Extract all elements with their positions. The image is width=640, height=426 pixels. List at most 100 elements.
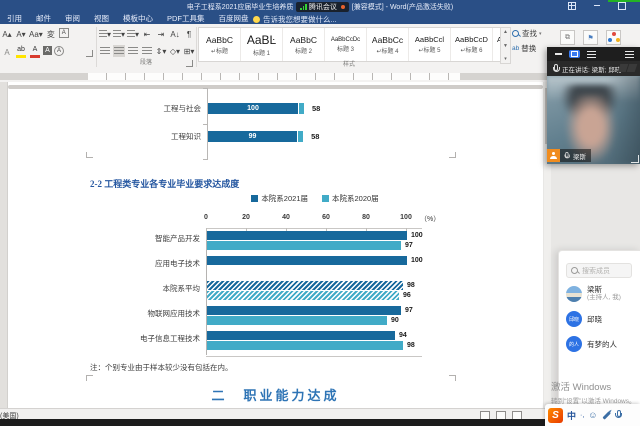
- voice-input-icon[interactable]: [615, 410, 622, 420]
- page[interactable]: 工程与社会10058工程知识9958 2-2 工程类专业各专业毕业要求达成度 本…: [8, 82, 543, 408]
- chart-bar: [207, 241, 401, 250]
- numbering-button[interactable]: ▾: [113, 28, 125, 40]
- style-chip[interactable]: AaBbC↵标题: [199, 28, 241, 61]
- document-sync-icon[interactable]: ⧉: [560, 30, 575, 45]
- meeting-overlay[interactable]: 正在讲话: 梁斯; 邱晓 梁斯: [547, 47, 640, 164]
- circle-char-button[interactable]: A: [54, 46, 64, 56]
- crop-mark: [86, 375, 93, 381]
- style-chip[interactable]: AaBbCcl↵标题 5: [409, 28, 451, 61]
- font-dialog-launcher[interactable]: [86, 50, 93, 57]
- host-icon: [547, 149, 560, 162]
- document-area: 工程与社会10058工程知识9958 2-2 工程类专业各专业毕业要求达成度 本…: [0, 82, 640, 408]
- text-effects-button[interactable]: A: [1, 46, 13, 58]
- chart-bar-line: 98: [207, 340, 525, 350]
- ribbon-tab[interactable]: 百度网盘: [212, 13, 256, 24]
- punctuation-toggle[interactable]: ·,: [580, 412, 584, 419]
- show-marks-button[interactable]: ¶: [183, 28, 195, 40]
- sort-button[interactable]: A↓: [169, 28, 181, 40]
- document-title: 电子工程系2021应届毕业生培养质: [187, 2, 294, 12]
- grow-font-button[interactable]: A▴: [1, 28, 13, 40]
- chart-category-row: 电子信息工程技术 9498: [130, 329, 525, 354]
- main-chart[interactable]: 本院系2021届本院系2020届 020406080100 智能产品开发1009…: [130, 190, 525, 360]
- member-search-box[interactable]: 搜索成员: [566, 263, 632, 278]
- bullets-button[interactable]: ▾: [99, 28, 111, 40]
- line-spacing-button[interactable]: ⇕▾: [155, 45, 167, 57]
- style-chip[interactable]: AaBĿ标题 1: [241, 28, 283, 61]
- meeting-minimize-icon[interactable]: [555, 53, 562, 55]
- shading-button[interactable]: ◇▾: [169, 45, 181, 57]
- ribbon-display-options-button[interactable]: [567, 1, 576, 10]
- restore-button[interactable]: [617, 1, 626, 10]
- title-bar: 电子工程系2021应届毕业生培养质 腾讯会议 [兼容模式] - Word(产品激…: [0, 0, 640, 13]
- style-chip[interactable]: AaBbCcDc标题 3: [325, 28, 367, 61]
- sogou-logo-icon[interactable]: S: [548, 408, 563, 423]
- phonetic-guide-button[interactable]: 変: [45, 28, 57, 40]
- main-chart-rows: 智能产品开发10097应用电子技术100本院系平均9896物联网应用技术9790…: [130, 229, 525, 354]
- ribbon-tab[interactable]: 引用: [0, 13, 29, 24]
- chart-bar: [207, 306, 401, 315]
- find-button[interactable]: 查找▾: [512, 28, 542, 39]
- chart-category-label: 电子信息工程技术: [130, 329, 200, 348]
- horizontal-ruler[interactable]: [0, 70, 640, 82]
- flag-document-icon[interactable]: ⚑: [583, 30, 598, 45]
- replace-button[interactable]: ab 替换: [512, 43, 542, 54]
- ribbon-tab[interactable]: 视图: [87, 13, 116, 24]
- chart-bar-value: 94: [399, 332, 407, 339]
- crop-mark: [86, 152, 93, 158]
- styles-gallery-scroll[interactable]: ▲▼▾: [500, 27, 511, 64]
- emoji-icon[interactable]: ☺: [588, 411, 597, 420]
- avatar: 邱晓: [566, 311, 582, 327]
- taskbar-edge[interactable]: [0, 419, 640, 426]
- justify-button[interactable]: [141, 45, 153, 57]
- increase-indent-button[interactable]: ⇥: [155, 28, 167, 40]
- video-mic-icon: [564, 152, 570, 160]
- ribbon-tab[interactable]: 审阅: [58, 13, 87, 24]
- style-chip[interactable]: AaBbCcD↵标题 6: [451, 28, 493, 61]
- ribbon-tab[interactable]: PDF工具集: [160, 13, 212, 24]
- pen-icon[interactable]: [602, 411, 610, 419]
- style-chip[interactable]: AaBbC标题 2: [283, 28, 325, 61]
- input-mode-toggle[interactable]: 中: [567, 409, 576, 422]
- char-shading-button[interactable]: A: [43, 46, 52, 55]
- tencent-meeting-pill[interactable]: 腾讯会议: [296, 2, 349, 12]
- chart-bar: [207, 316, 387, 325]
- paragraph-dialog-launcher[interactable]: [186, 60, 193, 67]
- group-divider: [96, 27, 97, 67]
- meeting-list-icon[interactable]: [587, 51, 596, 58]
- video-feed[interactable]: 梁斯: [547, 76, 640, 164]
- chart-bar: [207, 231, 407, 240]
- share-service-icon[interactable]: [606, 30, 621, 45]
- axis-tick-label: 60: [322, 214, 330, 221]
- ribbon-tab[interactable]: 模板中心: [116, 13, 160, 24]
- participant-row[interactable]: 邱晓邱晓: [566, 311, 637, 327]
- resize-handle[interactable]: [631, 155, 639, 163]
- highlight-color-button[interactable]: ab: [15, 46, 27, 58]
- enclose-char-button[interactable]: A: [59, 28, 69, 38]
- align-right-button[interactable]: [127, 45, 139, 57]
- style-name: ↵标题: [211, 46, 228, 55]
- chart-category-row: 物联网应用技术9790: [130, 304, 525, 329]
- participant-row[interactable]: 梁斯(主持人, 我): [566, 285, 637, 302]
- decrease-indent-button[interactable]: ⇤: [141, 28, 153, 40]
- align-center-button[interactable]: [113, 45, 125, 57]
- font-color-button[interactable]: A: [29, 46, 41, 58]
- top-chart[interactable]: 工程与社会10058工程知识9958: [145, 86, 415, 164]
- align-left-button[interactable]: [99, 45, 111, 57]
- style-chip[interactable]: AaBbCc↵标题 4: [367, 28, 409, 61]
- shrink-font-button[interactable]: A▾: [15, 28, 27, 40]
- vertical-ruler[interactable]: [0, 82, 8, 408]
- meeting-menu-icon[interactable]: [625, 51, 634, 58]
- meeting-layout-icon[interactable]: [569, 50, 580, 58]
- ribbon-tab[interactable]: 邮件: [29, 13, 58, 24]
- borders-button[interactable]: ⊞▾: [183, 45, 195, 57]
- search-icon: [571, 267, 579, 275]
- top-chart-bar: 99: [208, 131, 297, 142]
- participant-row[interactable]: 的人有梦的人: [566, 336, 637, 352]
- minimize-button[interactable]: [592, 1, 601, 10]
- chart-category-label: 智能产品开发: [130, 229, 200, 248]
- top-chart-bar: 100: [208, 103, 298, 114]
- multilevel-list-button[interactable]: ▾: [127, 28, 139, 40]
- change-case-button[interactable]: Aa▾: [29, 28, 43, 40]
- chart-bar-line: 97: [207, 240, 525, 250]
- axis-tick-label: 20: [242, 214, 250, 221]
